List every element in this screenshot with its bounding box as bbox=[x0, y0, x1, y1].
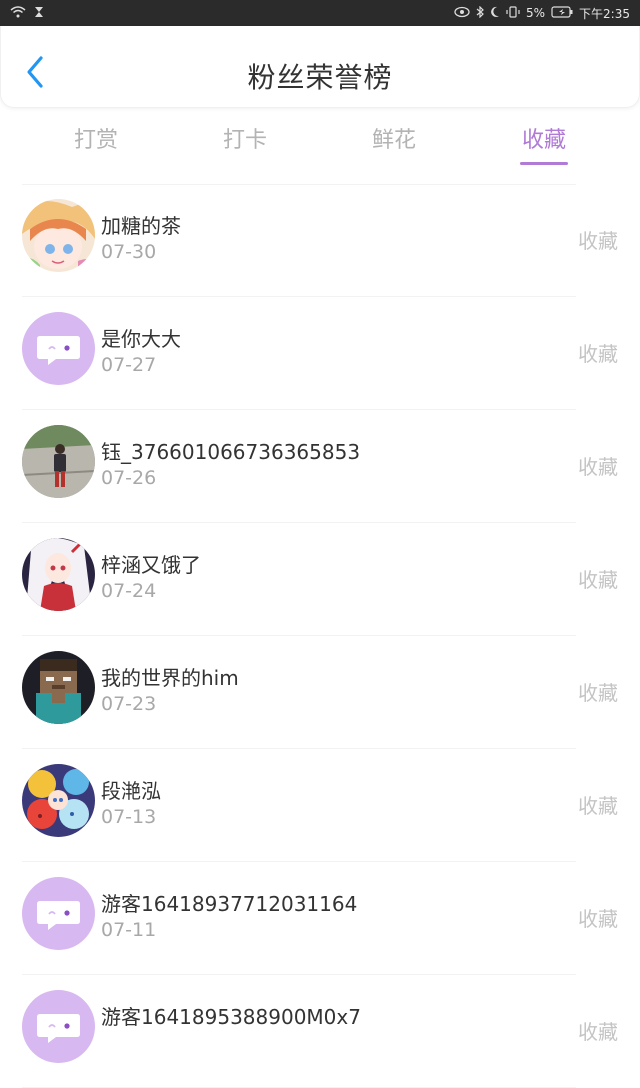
hourglass-icon bbox=[34, 6, 44, 21]
item-date: 07-30 bbox=[101, 241, 157, 263]
item-action-label: 收藏 bbox=[578, 681, 618, 705]
tab-favorites[interactable]: 收藏 bbox=[494, 122, 594, 154]
chat-bubble-icon bbox=[22, 990, 95, 1063]
item-action-label: 收藏 bbox=[578, 1020, 618, 1044]
tab-reward[interactable]: 打赏 bbox=[46, 122, 146, 154]
item-action-label: 收藏 bbox=[578, 342, 618, 366]
page-title: 粉丝荣誉榜 bbox=[247, 61, 393, 94]
list-item[interactable]: 钰_376601066736365853 07-26 收藏 bbox=[0, 410, 640, 523]
item-date: 07-26 bbox=[101, 467, 157, 489]
avatar bbox=[22, 651, 95, 724]
item-name: 我的世界的him bbox=[101, 666, 239, 690]
item-action-label: 收藏 bbox=[578, 568, 618, 592]
tab-bar: 打赏 打卡 鲜花 收藏 bbox=[0, 112, 640, 174]
tab-flowers[interactable]: 鲜花 bbox=[344, 122, 444, 154]
item-action-label: 收藏 bbox=[578, 794, 618, 818]
item-name: 段滟泓 bbox=[101, 779, 161, 803]
item-date: 07-24 bbox=[101, 580, 157, 602]
item-date: 07-27 bbox=[101, 354, 157, 376]
item-date: 07-13 bbox=[101, 806, 157, 828]
eye-icon bbox=[454, 6, 470, 21]
avatar bbox=[22, 877, 95, 950]
list-item[interactable]: 梓涵又饿了 07-24 收藏 bbox=[0, 523, 640, 636]
avatar bbox=[22, 425, 95, 498]
item-name: 加糖的茶 bbox=[101, 214, 181, 238]
tab-indicator bbox=[520, 162, 568, 165]
avatar bbox=[22, 199, 95, 272]
list-item[interactable]: 段滟泓 07-13 收藏 bbox=[0, 749, 640, 862]
item-action-label: 收藏 bbox=[578, 907, 618, 931]
battery-icon bbox=[551, 5, 573, 21]
item-name: 是你大大 bbox=[101, 327, 181, 351]
chat-bubble-icon bbox=[22, 877, 95, 950]
item-action-label: 收藏 bbox=[578, 229, 618, 253]
avatar bbox=[22, 538, 95, 611]
item-action-label: 收藏 bbox=[578, 455, 618, 479]
list-item[interactable]: 加糖的茶 07-30 收藏 bbox=[0, 184, 640, 297]
item-date: 07-11 bbox=[101, 919, 157, 941]
fan-list: 加糖的茶 07-30 收藏 是你大大 07-27 收藏 钰_3766010667… bbox=[0, 184, 640, 1088]
status-time: 下午2:35 bbox=[579, 6, 630, 21]
header: 粉丝荣誉榜 bbox=[0, 26, 640, 108]
bluetooth-icon bbox=[476, 5, 484, 21]
vibrate-icon bbox=[506, 5, 520, 21]
battery-percent: 5% bbox=[526, 6, 546, 20]
item-name: 钰_376601066736365853 bbox=[101, 440, 361, 464]
item-name: 游客16418937712031164 bbox=[101, 892, 358, 916]
moon-icon bbox=[490, 6, 500, 21]
item-date: 07-23 bbox=[101, 693, 157, 715]
avatar bbox=[22, 312, 95, 385]
status-bar: 5% 下午2:35 bbox=[0, 0, 640, 26]
list-item[interactable]: 是你大大 07-27 收藏 bbox=[0, 297, 640, 410]
avatar bbox=[22, 990, 95, 1063]
list-item[interactable]: 游客16418937712031164 07-11 收藏 bbox=[0, 862, 640, 975]
chat-bubble-icon bbox=[22, 312, 95, 385]
avatar bbox=[22, 764, 95, 837]
wifi-icon bbox=[10, 5, 26, 21]
tab-checkin[interactable]: 打卡 bbox=[195, 122, 295, 154]
item-name: 梓涵又饿了 bbox=[101, 553, 201, 577]
item-name: 游客1641895388900M0x7 bbox=[101, 1005, 361, 1029]
list-item[interactable]: 我的世界的him 07-23 收藏 bbox=[0, 636, 640, 749]
list-item[interactable]: 游客1641895388900M0x7 收藏 bbox=[0, 975, 640, 1088]
